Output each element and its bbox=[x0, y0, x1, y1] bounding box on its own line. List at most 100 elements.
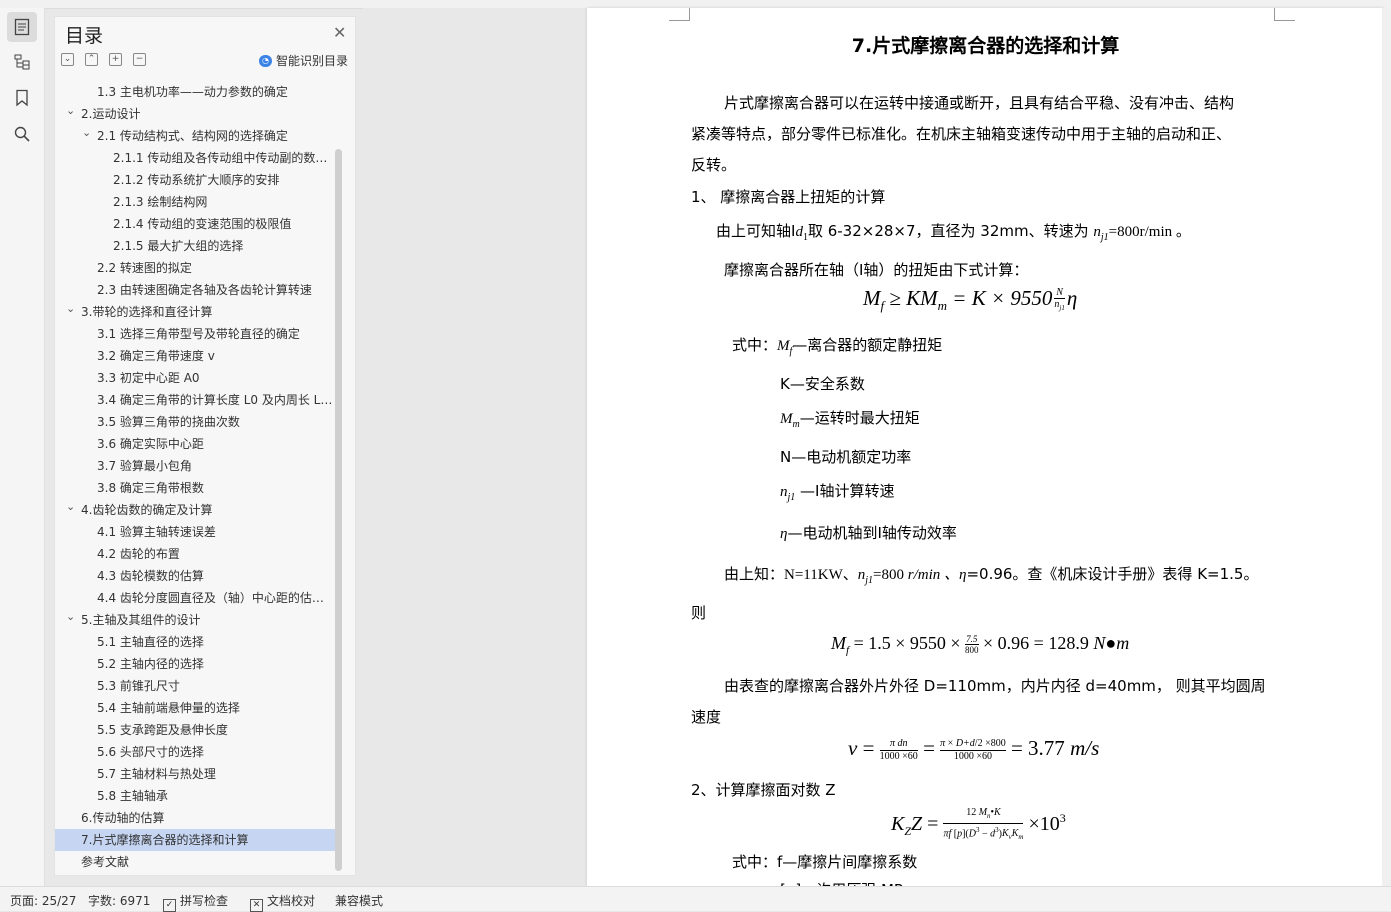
spell-check-button[interactable]: ✓ 拼写检查 bbox=[163, 892, 228, 912]
toc-item[interactable]: 4.4 齿轮分度圆直径及（轴）中心距的估… bbox=[55, 587, 337, 609]
paragraph-line: 反转。 bbox=[691, 156, 737, 174]
toc-item[interactable]: 3.4 确定三角带的计算长度 L0 及内周长 L… bbox=[55, 389, 337, 411]
chevron-down-icon[interactable]: ⌄ bbox=[66, 103, 75, 122]
toc-item[interactable]: 7.片式摩擦离合器的选择和计算 bbox=[55, 829, 337, 851]
paragraph-line: 由表查的摩擦离合器外片外径 D=110mm，内片内径 d=40mm， 则其平均圆… bbox=[724, 677, 1266, 695]
page-indicator[interactable]: 页面: 25/27 bbox=[10, 892, 76, 909]
toc-item[interactable]: 4.2 齿轮的布置 bbox=[55, 543, 337, 565]
toc-item[interactable]: 5.6 头部尺寸的选择 bbox=[55, 741, 337, 763]
left-icon-bar bbox=[0, 8, 45, 886]
toc-item[interactable]: 参考文献 bbox=[55, 851, 337, 873]
toc-item[interactable]: 2.1.4 传动组的变速范围的极限值 bbox=[55, 213, 337, 235]
add-heading-icon[interactable]: + bbox=[109, 53, 122, 66]
toc-item-label: 2.2 转速图的拟定 bbox=[97, 261, 192, 275]
toc-item[interactable]: ⌄ 3.带轮的选择和直径计算 bbox=[55, 301, 337, 323]
toc-item-label: 5.8 主轴轴承 bbox=[97, 789, 168, 803]
close-icon[interactable]: ✕ bbox=[333, 23, 346, 42]
toc-item[interactable]: 1.3 主电机功率——动力参数的确定 bbox=[55, 81, 337, 103]
chevron-down-icon[interactable]: ⌄ bbox=[82, 125, 91, 144]
proof-icon: ✕ bbox=[250, 899, 263, 912]
toc-item-label: 3.8 确定三角带根数 bbox=[97, 481, 204, 495]
where-line: 式中：Mf—离合器的额定静扭矩 bbox=[732, 336, 943, 357]
toc-item-label: 5.6 头部尺寸的选择 bbox=[97, 745, 204, 759]
document-page: 7.片式摩擦离合器的选择和计算 片式摩擦离合器可以在运转中接通或断开，且具有结合… bbox=[587, 8, 1384, 886]
toc-item[interactable]: 2.1.5 最大扩大组的选择 bbox=[55, 235, 337, 257]
chevron-down-icon[interactable]: ⌄ bbox=[66, 609, 75, 628]
toc-item[interactable]: 4.3 齿轮模数的估算 bbox=[55, 565, 337, 587]
toc-item-label: 2.1.1 传动组及各传动组中传动副的数… bbox=[113, 151, 328, 165]
navigation-tree-icon[interactable] bbox=[7, 47, 37, 77]
toc-item-label: 2.1.4 传动组的变速范围的极限值 bbox=[113, 217, 292, 231]
toc-item[interactable]: ⌄ 5.主轴及其组件的设计 bbox=[55, 609, 337, 631]
toc-item-label: 2.运动设计 bbox=[81, 107, 141, 121]
toc-item[interactable]: 2.1.3 绘制结构网 bbox=[55, 191, 337, 213]
toc-item[interactable]: 5.7 主轴材料与热处理 bbox=[55, 763, 337, 785]
toc-item[interactable]: ⌄ 2.1 传动结构式、结构网的选择确定 bbox=[55, 125, 337, 147]
toc-item[interactable]: 2.2 转速图的拟定 bbox=[55, 257, 337, 279]
toc-scrollbar[interactable] bbox=[335, 149, 342, 871]
toc-item[interactable]: 5.2 主轴内径的选择 bbox=[55, 653, 337, 675]
remove-heading-icon[interactable]: − bbox=[133, 53, 146, 66]
toc-item[interactable]: 3.2 确定三角带速度 v bbox=[55, 345, 337, 367]
bookmark-icon[interactable] bbox=[7, 83, 37, 113]
formula-velocity: v = π dn 1000 ×60 = π × D+d/2 ×800 1000 ×6… bbox=[848, 736, 1100, 762]
formula-friction-pairs: KZZ = 12 Mn•K πf [p](D3 − d3)KvKm ×103 bbox=[891, 807, 1066, 842]
formula-torque: Mf ≥ KMm = K × 9550 Nnj1 η bbox=[863, 286, 1078, 314]
toc-item[interactable]: 2.3 由转速图确定各轴及各齿轮计算转速 bbox=[55, 279, 337, 301]
toc-item[interactable]: 6.传动轴的估算 bbox=[55, 807, 337, 829]
where-line: η—电动机轴到Ⅰ轴传动效率 bbox=[780, 524, 957, 542]
formula-torque-value: Mf = 1.5 × 9550 × 7.5 800 × 0.96 = 128.9 … bbox=[831, 633, 1130, 657]
status-bar: 页面: 25/27 字数: 6971 ✓ 拼写检查 ✕ 文档校对 兼容模式 bbox=[0, 886, 1391, 912]
toc-item-label: 3.带轮的选择和直径计算 bbox=[81, 305, 213, 319]
toc-item-label: 5.3 前锥孔尺寸 bbox=[97, 679, 180, 693]
word-count[interactable]: 字数: 6971 bbox=[88, 892, 150, 909]
toc-item[interactable]: 5.1 主轴直径的选择 bbox=[55, 631, 337, 653]
toc-item[interactable]: 3.8 确定三角带根数 bbox=[55, 477, 337, 499]
document-scrollbar[interactable] bbox=[1382, 8, 1391, 886]
check-icon: ✓ bbox=[163, 899, 176, 912]
toc-item[interactable]: 3.5 验算三角带的挠曲次数 bbox=[55, 411, 337, 433]
toc-item[interactable]: 5.5 支承跨距及悬伸长度 bbox=[55, 719, 337, 741]
search-icon[interactable] bbox=[7, 119, 37, 149]
expand-all-icon[interactable]: ⌄ bbox=[61, 53, 74, 66]
toc-item[interactable]: 5.3 前锥孔尺寸 bbox=[55, 675, 337, 697]
toc-item[interactable]: 2.1.2 传动系统扩大顺序的安排 bbox=[55, 169, 337, 191]
proofread-button[interactable]: ✕ 文档校对 bbox=[250, 892, 315, 912]
toc-item-label: 3.1 选择三角带型号及带轮直径的确定 bbox=[97, 327, 300, 341]
toc-item[interactable]: 2.1.1 传动组及各传动组中传动副的数… bbox=[55, 147, 337, 169]
toc-item[interactable]: 3.1 选择三角带型号及带轮直径的确定 bbox=[55, 323, 337, 345]
chevron-down-icon[interactable]: ⌄ bbox=[66, 499, 75, 518]
toc-item-label: 3.7 验算最小包角 bbox=[97, 459, 192, 473]
crop-mark bbox=[669, 8, 690, 21]
compat-mode-label: 兼容模式 bbox=[335, 894, 384, 908]
subheading: 2、计算摩擦面对数 Z bbox=[691, 781, 836, 799]
where-line: N—电动机额定功率 bbox=[780, 448, 912, 466]
toc-item[interactable]: ⌄ 4.齿轮齿数的确定及计算 bbox=[55, 499, 337, 521]
toc-item[interactable]: 3.3 初定中心距 A0 bbox=[55, 367, 337, 389]
chevron-down-icon[interactable]: ⌄ bbox=[66, 301, 75, 320]
toc-item-label: 2.1 传动结构式、结构网的选择确定 bbox=[97, 129, 288, 143]
ai-icon: ◔ bbox=[259, 54, 272, 67]
toc-item-label: 3.3 初定中心距 A0 bbox=[97, 371, 200, 385]
toc-item[interactable]: 5.4 主轴前端悬伸量的选择 bbox=[55, 697, 337, 719]
collapse-all-icon[interactable]: ⌃ bbox=[85, 53, 98, 66]
document-area: 7.片式摩擦离合器的选择和计算 片式摩擦离合器可以在运转中接通或断开，且具有结合… bbox=[363, 8, 1391, 886]
toc-item[interactable]: 4.1 验算主轴转速误差 bbox=[55, 521, 337, 543]
toc-panel-icon[interactable] bbox=[7, 12, 37, 42]
paragraph-line: 速度 bbox=[691, 708, 722, 726]
toc-item[interactable]: 3.6 确定实际中心距 bbox=[55, 433, 337, 455]
toc-list: 1.3 主电机功率——动力参数的确定 ⌄ 2.运动设计 ⌄ 2.1 传动结构式、结构网的… bbox=[55, 81, 337, 873]
toc-item-label: 4.1 验算主轴转速误差 bbox=[97, 525, 216, 539]
smart-toc-button[interactable]: ◔ 智能识别目录 bbox=[259, 52, 348, 69]
toc-item[interactable]: 3.7 验算最小包角 bbox=[55, 455, 337, 477]
toc-item-label: 6.传动轴的估算 bbox=[81, 811, 165, 825]
toc-item-label: 参考文献 bbox=[81, 855, 130, 869]
subheading: 1、 摩擦离合器上扭矩的计算 bbox=[691, 188, 886, 206]
toc-item-label: 5.5 支承跨距及悬伸长度 bbox=[97, 723, 228, 737]
toc-item-label: 2.1.5 最大扩大组的选择 bbox=[113, 239, 244, 253]
where-line: Mm—运转时最大扭矩 bbox=[780, 409, 920, 430]
toc-item-label: 3.5 验算三角带的挠曲次数 bbox=[97, 415, 240, 429]
toc-item[interactable]: ⌄ 2.运动设计 bbox=[55, 103, 337, 125]
toc-item[interactable]: 5.8 主轴轴承 bbox=[55, 785, 337, 807]
toc-item-label: 2.1.2 传动系统扩大顺序的安排 bbox=[113, 173, 280, 187]
